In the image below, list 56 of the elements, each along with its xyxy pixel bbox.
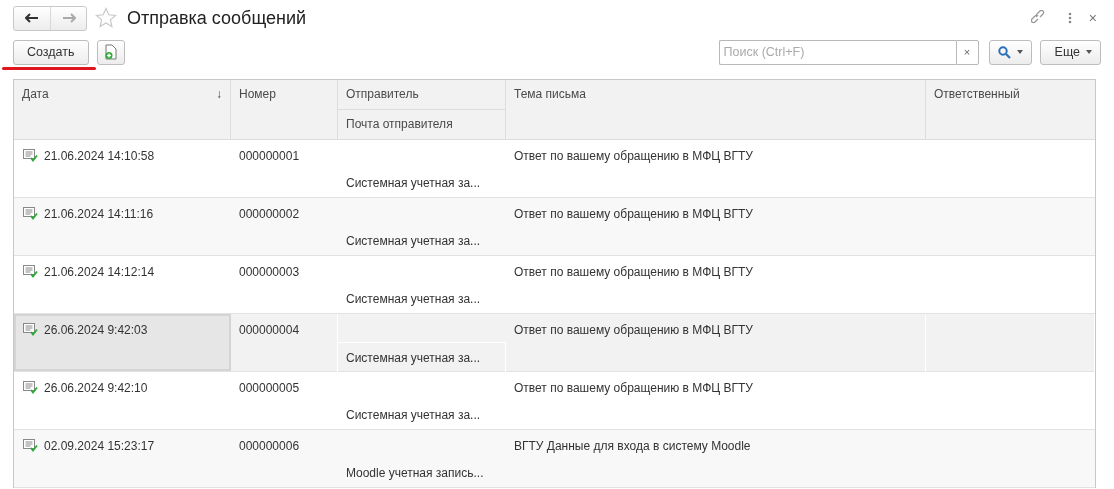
create-button[interactable]: Создать (13, 39, 89, 65)
table-row[interactable]: 21.06.2024 14:11:16 000000002 Системная учетная за... Ответ по вашему обращению в МФЦ ВГТУ (14, 198, 1095, 256)
date-cell: 26.06.2024 9:42:10 (44, 381, 148, 395)
copy-button[interactable] (96, 39, 125, 65)
table-cell-text: ВГТУ Данные для входа в систему Moodle (513, 438, 752, 455)
table-cell-text: 000000003 (238, 264, 301, 281)
table-cell-text: Системная учетная за... (345, 407, 482, 424)
column-header[interactable]: Тема письма (506, 80, 926, 139)
forward-arrow-icon (61, 13, 76, 23)
search-button[interactable] (988, 39, 1032, 65)
table-cell-text: Системная учетная за... (345, 175, 482, 192)
add-document-icon (103, 44, 118, 60)
column-header[interactable]: Дата ↓ (14, 80, 231, 139)
table-cell-text: Ответ по вашему обращению в МФЦ ВГТУ (513, 148, 754, 165)
date-cell: 02.09.2024 15:23:17 (44, 439, 155, 453)
search-icon (997, 45, 1011, 59)
message-sent-icon (23, 265, 38, 278)
table-row[interactable]: 02.09.2024 15:23:17 000000006 Moodle учетная запись... ВГТУ Данные для входа в систему Moodle (14, 430, 1095, 488)
column-header[interactable]: Почта отправителя (338, 109, 505, 139)
date-cell: 26.06.2024 9:42:03 (44, 323, 148, 337)
table-cell: Системная учетная за... (338, 343, 506, 374)
message-sent-icon (23, 439, 38, 452)
table-cell: Ответ по вашему обращению в МФЦ ВГТУ (506, 314, 926, 374)
more-button[interactable]: Еще (1039, 39, 1101, 65)
close-button[interactable]: × (1084, 10, 1101, 26)
table-cell-text: Системная учетная за... (345, 291, 482, 308)
column-header[interactable]: Номер (231, 80, 338, 139)
message-sent-icon (23, 207, 38, 220)
date-cell: 21.06.2024 14:10:58 (44, 149, 155, 163)
message-sent-icon (23, 381, 38, 394)
column-header[interactable]: Ответственный (926, 80, 1095, 139)
message-sent-icon (23, 149, 38, 162)
back-arrow-icon (25, 13, 39, 23)
table-cell-text: 000000002 (238, 206, 301, 223)
table-cell-text: Системная учетная за... (345, 233, 482, 250)
search-field[interactable]: Поиск (Ctrl+F) (718, 39, 956, 65)
table-cell-text: Ответ по вашему обращению в МФЦ ВГТУ (513, 380, 754, 397)
date-cell: 21.06.2024 14:11:16 (44, 207, 154, 221)
table-cell-text: 000000006 (238, 438, 301, 455)
table-cell-text: 000000001 (238, 148, 301, 165)
table-cell: 000000004 (231, 314, 338, 374)
window-title: Отправка сообщений (127, 7, 307, 29)
sort-arrow: ↓ (216, 87, 222, 103)
message-sent-icon (23, 323, 38, 336)
link-icon[interactable] (1030, 10, 1047, 26)
column-header[interactable]: Отправитель (338, 80, 505, 109)
table-cell-text: Ответ по вашему обращению в МФЦ ВГТУ (513, 264, 754, 281)
clear-button[interactable]: × (955, 39, 979, 65)
table-cell-text: Ответ по вашему обращению в МФЦ ВГТУ (513, 206, 754, 223)
table-cell-text: 000000005 (238, 380, 301, 397)
caret-icon (1016, 50, 1023, 54)
star-icon[interactable] (95, 7, 117, 29)
table-row[interactable]: 26.06.2024 9:42:03 000000004 Системная учетная за... Ответ по вашему обращению в МФЦ ВГТУ (14, 314, 1095, 372)
date-cell: 21.06.2024 14:12:14 (44, 265, 155, 279)
table-cell-text: Moodle учетная запись... (345, 465, 485, 482)
caret-icon (1086, 50, 1092, 54)
